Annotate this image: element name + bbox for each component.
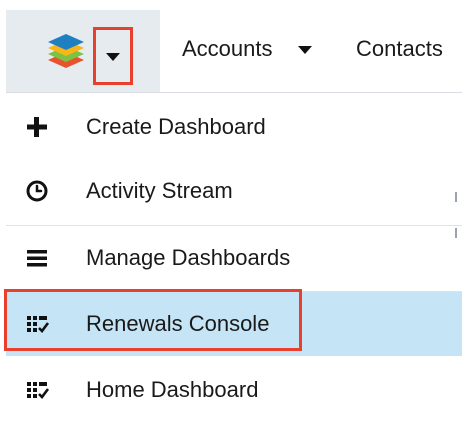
- background-edge: [455, 192, 457, 202]
- menu-item-label: Home Dashboard: [86, 377, 259, 402]
- menu-item-label: Activity Stream: [86, 178, 233, 203]
- list-icon: [27, 250, 47, 267]
- background-edge: [455, 228, 457, 238]
- plus-icon: [27, 117, 47, 137]
- menu-item-label: Manage Dashboards: [86, 245, 291, 270]
- home-menu-toggle-button[interactable]: [93, 27, 133, 85]
- menu-item-home-dashboard[interactable]: Home Dashboard: [6, 358, 462, 422]
- top-navigation-bar: Accounts Contacts: [0, 0, 462, 92]
- home-tab[interactable]: [6, 10, 160, 92]
- menu-item-manage-dashboards[interactable]: Manage Dashboards: [6, 226, 462, 290]
- home-dropdown-menu: Create Dashboard Activity Stream Manage …: [6, 92, 462, 422]
- clock-icon: [26, 180, 48, 202]
- menu-item-label: Create Dashboard: [86, 114, 266, 139]
- sugar-logo-icon[interactable]: [46, 30, 86, 77]
- caret-down-icon[interactable]: [298, 46, 312, 54]
- nav-tab-accounts[interactable]: Accounts: [182, 36, 273, 62]
- dashboard-check-icon: [27, 382, 50, 399]
- menu-item-activity-stream[interactable]: Activity Stream: [6, 159, 462, 223]
- annotation-highlight-box: [4, 289, 302, 351]
- menu-item-create-dashboard[interactable]: Create Dashboard: [6, 95, 462, 159]
- nav-tab-contacts[interactable]: Contacts: [356, 36, 443, 62]
- caret-down-icon: [106, 53, 120, 61]
